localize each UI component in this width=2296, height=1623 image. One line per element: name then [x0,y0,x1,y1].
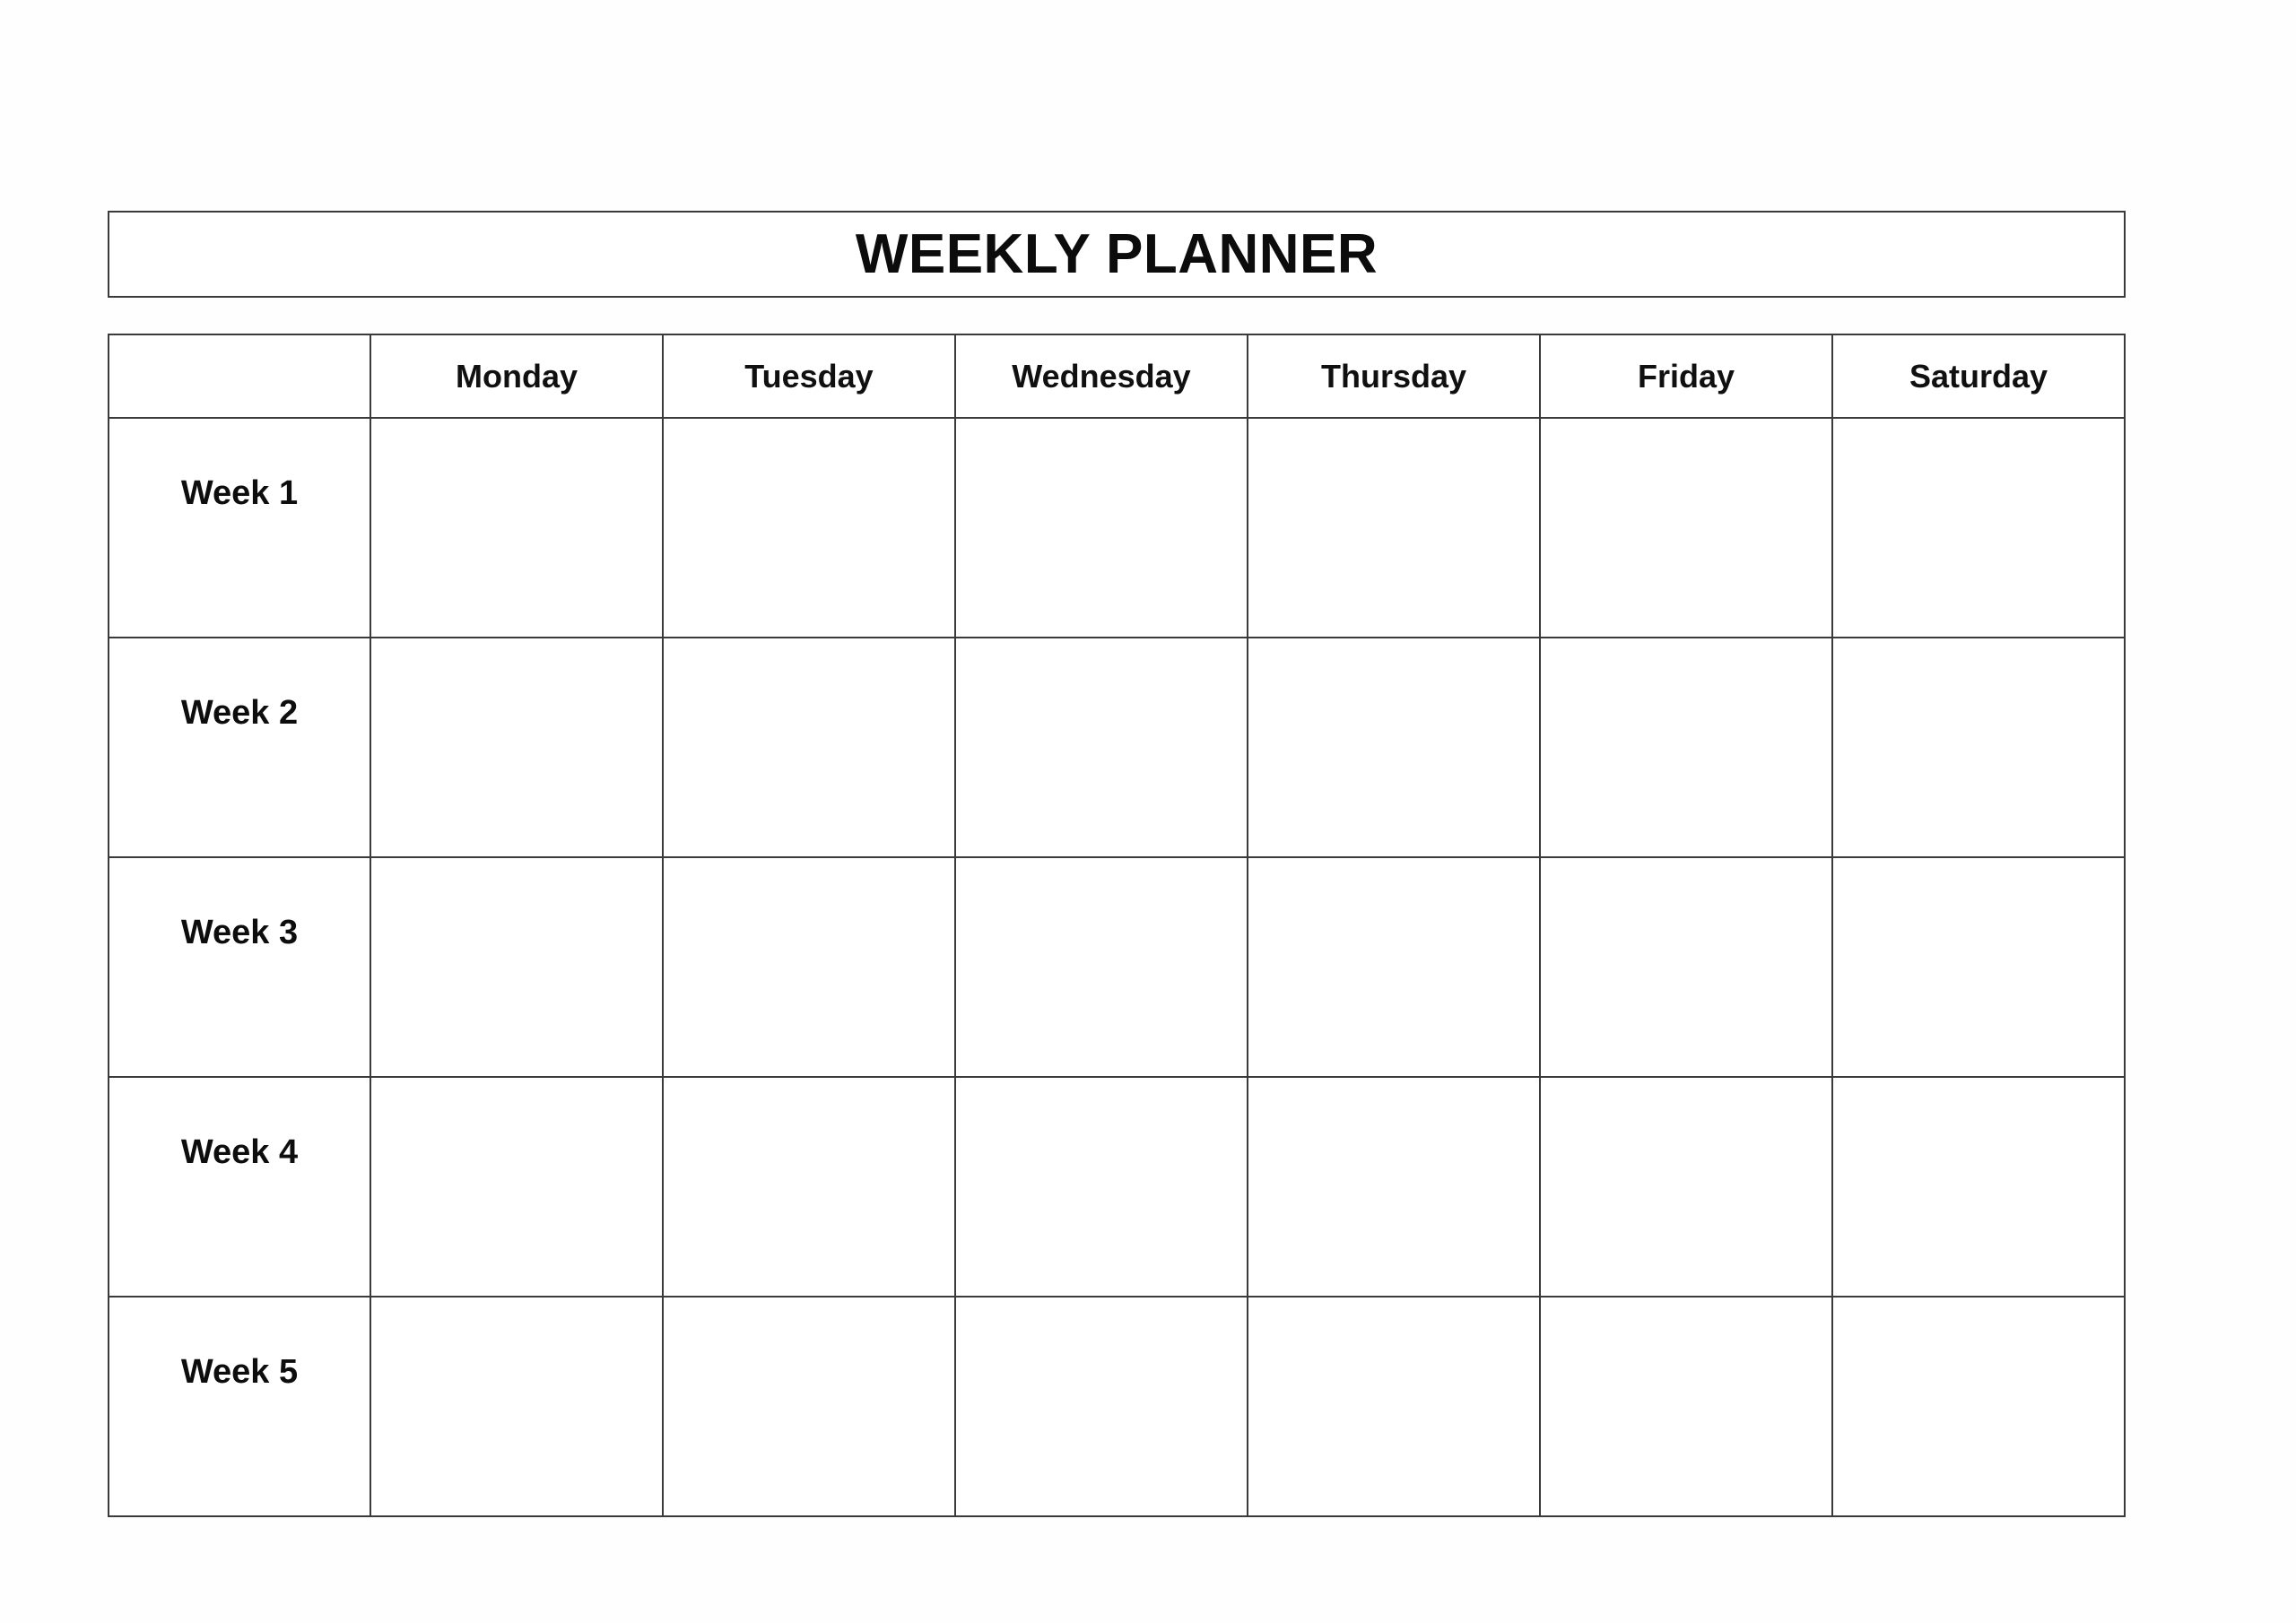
row-header-week-1: Week 1 [108,417,371,638]
column-header-tuesday: Tuesday [662,334,956,419]
cell-content [664,1298,954,1515]
cell-week-5-monday[interactable] [370,1296,664,1517]
cell-week-5-saturday[interactable] [1831,1296,2126,1517]
cell-content [1541,1298,1831,1515]
row-header-week-4: Week 4 [108,1076,371,1298]
cell-content [1541,419,1831,637]
cell-week-5-friday[interactable] [1539,1296,1833,1517]
column-header-friday: Friday [1539,334,1833,419]
cell-week-5-thursday[interactable] [1247,1296,1541,1517]
table-row: Week 2 [108,637,2126,858]
cell-content [1248,1078,1539,1296]
page-title: WEEKLY PLANNER [855,222,1378,285]
cell-content [1833,419,2124,637]
cell-week-4-tuesday[interactable] [662,1076,956,1298]
cell-week-5-tuesday[interactable] [662,1296,956,1517]
cell-week-1-tuesday[interactable] [662,417,956,638]
week-label: Week 2 [180,694,299,732]
cell-week-3-wednesday[interactable] [954,856,1248,1078]
week-label: Week 4 [180,1133,299,1171]
week-label: Week 5 [180,1353,299,1391]
cell-week-2-monday[interactable] [370,637,664,858]
cell-week-4-monday[interactable] [370,1076,664,1298]
cell-content [1833,638,2124,856]
cell-content [371,638,662,856]
cell-content [1248,1298,1539,1515]
cell-week-4-friday[interactable] [1539,1076,1833,1298]
cell-week-2-thursday[interactable] [1247,637,1541,858]
table-row: Week 4 [108,1076,2126,1298]
cell-week-3-tuesday[interactable] [662,856,956,1078]
table-row: Week 5 [108,1296,2126,1517]
column-header-monday: Monday [370,334,664,419]
cell-week-1-friday[interactable] [1539,417,1833,638]
cell-content [1541,638,1831,856]
cell-week-1-monday[interactable] [370,417,664,638]
cell-content [1248,858,1539,1076]
column-header-thursday: Thursday [1247,334,1541,419]
cell-week-2-tuesday[interactable] [662,637,956,858]
week-label: Week 3 [180,914,299,951]
cell-content [371,858,662,1076]
row-header-week-3: Week 3 [108,856,371,1078]
column-header-saturday: Saturday [1831,334,2126,419]
planner-title-box: WEEKLY PLANNER [108,211,2126,298]
cell-content [956,1298,1247,1515]
cell-week-2-wednesday[interactable] [954,637,1248,858]
weekly-planner-table: Monday Tuesday Wednesday Thursday Friday… [108,334,2126,1517]
table-corner-cell [108,334,371,419]
table-row: Week 1 [108,417,2126,638]
cell-content [664,1078,954,1296]
cell-content [1541,858,1831,1076]
cell-week-1-saturday[interactable] [1831,417,2126,638]
cell-content [956,858,1247,1076]
cell-week-4-thursday[interactable] [1247,1076,1541,1298]
cell-week-4-saturday[interactable] [1831,1076,2126,1298]
cell-week-5-wednesday[interactable] [954,1296,1248,1517]
cell-content [371,1078,662,1296]
column-header-wednesday: Wednesday [954,334,1248,419]
cell-week-2-friday[interactable] [1539,637,1833,858]
cell-week-1-wednesday[interactable] [954,417,1248,638]
table-row: Week 3 [108,856,2126,1078]
cell-week-1-thursday[interactable] [1247,417,1541,638]
cell-content [664,638,954,856]
week-label: Week 1 [180,474,299,512]
table-header-row: Monday Tuesday Wednesday Thursday Friday… [108,334,2126,419]
cell-content [1541,1078,1831,1296]
row-header-week-2: Week 2 [108,637,371,858]
cell-week-2-saturday[interactable] [1831,637,2126,858]
row-header-week-5: Week 5 [108,1296,371,1517]
cell-content [664,858,954,1076]
cell-content [664,419,954,637]
cell-content [956,419,1247,637]
cell-week-3-friday[interactable] [1539,856,1833,1078]
cell-week-3-saturday[interactable] [1831,856,2126,1078]
cell-content [956,638,1247,856]
cell-content [1833,858,2124,1076]
cell-content [1248,638,1539,856]
cell-content [371,1298,662,1515]
cell-week-3-thursday[interactable] [1247,856,1541,1078]
cell-content [1833,1078,2124,1296]
cell-content [1833,1298,2124,1515]
cell-week-3-monday[interactable] [370,856,664,1078]
cell-content [1248,419,1539,637]
cell-week-4-wednesday[interactable] [954,1076,1248,1298]
cell-content [956,1078,1247,1296]
weekly-planner-page: WEEKLY PLANNER Monday Tuesday Wednesday … [0,0,2296,1623]
cell-content [371,419,662,637]
